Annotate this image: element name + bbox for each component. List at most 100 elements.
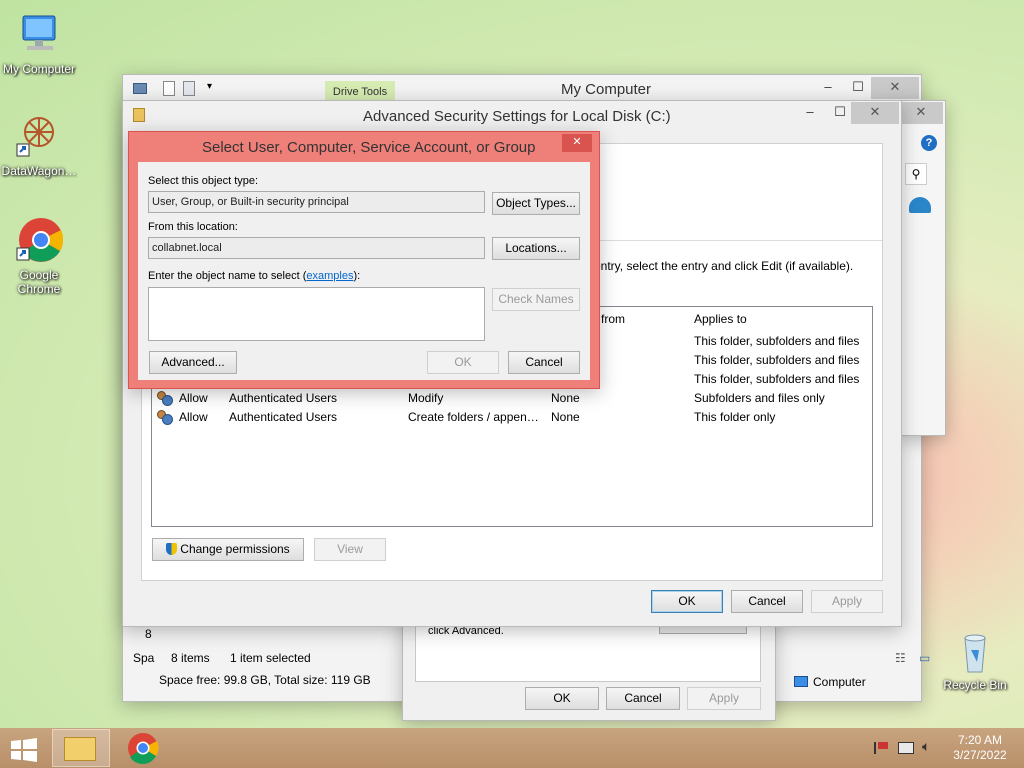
cell-inherited: None: [551, 391, 580, 405]
desktop-icon-my-computer[interactable]: My Computer: [0, 10, 78, 76]
minimize-button[interactable]: –: [813, 77, 843, 99]
table-row-applies: This folder, subfolders and files: [694, 353, 860, 367]
ok-button[interactable]: OK: [651, 590, 723, 613]
properties-ok-button[interactable]: OK: [525, 687, 599, 710]
network-icon[interactable]: [898, 742, 914, 754]
cell-access: Create folders / appen…: [408, 410, 539, 424]
cell-principal: Authenticated Users: [229, 391, 338, 405]
folder-icon: [64, 737, 96, 761]
status-bar: 8 items 1 item selected: [123, 647, 413, 667]
properties-apply-button[interactable]: Apply: [687, 687, 761, 710]
datawagon-icon: [15, 112, 63, 160]
object-type-field: User, Group, or Built-in security princi…: [148, 191, 485, 213]
search-icon[interactable]: ⚲: [905, 163, 927, 185]
window-title: My Computer: [561, 81, 652, 98]
object-name-label-text: Enter the object name to select (: [148, 270, 307, 282]
close-button[interactable]: ✕: [851, 102, 899, 124]
taskbar-explorer-button[interactable]: [52, 729, 110, 767]
quick-access-toolbar: ▾: [129, 81, 229, 97]
location-label: From this location:: [148, 221, 238, 233]
desktop-icon-label: My Computer: [2, 62, 76, 76]
computer-label: Computer: [813, 675, 866, 689]
taskbar-chrome-button[interactable]: [120, 730, 166, 766]
computer-nav-item[interactable]: Computer: [794, 674, 902, 692]
desktop-icon-label: DataWagon…: [1, 164, 77, 178]
users-icon: [156, 410, 173, 425]
table-row-applies: This folder, subfolders and files: [694, 334, 860, 348]
desktop-icon-datawagon[interactable]: DataWagon…: [0, 112, 78, 178]
maximize-button[interactable]: ☐: [843, 77, 873, 99]
close-button[interactable]: ✕: [871, 77, 919, 99]
object-name-label: Enter the object name to select (example…: [148, 270, 360, 282]
status-item-count: 8 items: [171, 651, 210, 665]
users-icon: [156, 391, 173, 406]
instruction-text: entry, select the entry and click Edit (…: [594, 259, 854, 273]
check-names-button[interactable]: Check Names: [492, 288, 580, 311]
details-pane: Space free: 99.8 GB, Total size: 119 GB: [153, 673, 413, 693]
locations-button[interactable]: Locations...: [492, 237, 580, 260]
shell-icon: [909, 197, 931, 213]
new-folder-icon[interactable]: [183, 81, 195, 96]
column-header-applies-to[interactable]: Applies to: [694, 312, 747, 326]
computer-icon: [15, 10, 63, 58]
object-types-button[interactable]: Object Types...: [492, 192, 580, 215]
clock-time: 7:20 AM: [957, 733, 1003, 747]
taskbar: 🔈︎ 7:20 AM 3/27/2022: [0, 728, 1024, 768]
action-center-flag-icon[interactable]: [874, 742, 888, 754]
table-row[interactable]: Allow Authenticated Users Create folders…: [152, 408, 872, 427]
view-button[interactable]: View: [314, 538, 386, 561]
dialog-title: Select User, Computer, Service Account, …: [202, 139, 536, 156]
desktop-icon-recycle-bin[interactable]: Recycle Bin: [936, 630, 1014, 692]
drive-icon[interactable]: [133, 83, 147, 94]
cell-access: Modify: [408, 391, 444, 405]
recycle-bin-icon: [951, 630, 999, 674]
left-fragment: 8: [145, 627, 152, 641]
minimize-button[interactable]: –: [795, 102, 825, 124]
chrome-icon: [128, 733, 159, 764]
cancel-button[interactable]: Cancel: [731, 590, 803, 613]
properties-icon[interactable]: [163, 81, 175, 96]
close-button[interactable]: ✕: [899, 102, 943, 124]
start-button[interactable]: [6, 734, 42, 764]
cell-principal: Authenticated Users: [229, 410, 338, 424]
change-permissions-button[interactable]: Change permissions: [152, 538, 304, 561]
dialog-body: Select this object type: User, Group, or…: [138, 162, 590, 380]
cell-applies: Subfolders and files only: [694, 391, 825, 405]
shield-icon: [166, 543, 178, 555]
chevron-down-icon[interactable]: ▾: [207, 81, 212, 92]
ok-button[interactable]: OK: [427, 351, 499, 374]
clock-date: 3/27/2022: [953, 748, 1007, 762]
advanced-button[interactable]: Advanced...: [149, 351, 237, 374]
table-row-applies: This folder, subfolders and files: [694, 372, 860, 386]
background-window: ✕ ? ⚲: [898, 100, 946, 436]
close-button[interactable]: ✕: [562, 134, 592, 152]
object-name-label-end: ):: [353, 270, 361, 282]
apply-button[interactable]: Apply: [811, 590, 883, 613]
window-title: Advanced Security Settings for Local Dis…: [363, 108, 671, 125]
cancel-button[interactable]: Cancel: [508, 351, 580, 374]
desktop-icon-label: Google Chrome: [17, 268, 61, 296]
help-icon[interactable]: ?: [921, 135, 937, 151]
cell-type: Allow: [179, 410, 208, 424]
properties-advanced-button-edge[interactable]: [659, 626, 747, 634]
space-info: Space free: 99.8 GB, Total size: 119 GB: [159, 673, 371, 687]
object-name-input[interactable]: [148, 287, 485, 341]
properties-cancel-button[interactable]: Cancel: [606, 687, 680, 710]
table-row[interactable]: Allow Authenticated Users Modify None Su…: [152, 389, 872, 408]
change-permissions-label: Change permissions: [180, 542, 290, 556]
volume-muted-icon[interactable]: 🔈︎: [922, 738, 930, 755]
clock[interactable]: 7:20 AM 3/27/2022: [948, 733, 1012, 763]
cell-type: Allow: [179, 391, 208, 405]
status-selected: 1 item selected: [230, 651, 311, 665]
examples-link[interactable]: examples: [306, 270, 353, 282]
cell-applies: This folder only: [694, 410, 776, 424]
tiles-view-icon[interactable]: ▭: [919, 651, 930, 665]
desktop-icon-google-chrome[interactable]: Google Chrome: [0, 216, 78, 296]
column-header-inherited-from[interactable]: from: [601, 312, 625, 326]
details-view-icon[interactable]: ☷: [895, 651, 906, 665]
computer-icon: [794, 676, 808, 687]
windows-logo-icon: [11, 738, 37, 762]
location-field: collabnet.local: [148, 237, 485, 259]
chrome-icon: [15, 216, 64, 264]
folder-icon: [133, 108, 145, 122]
